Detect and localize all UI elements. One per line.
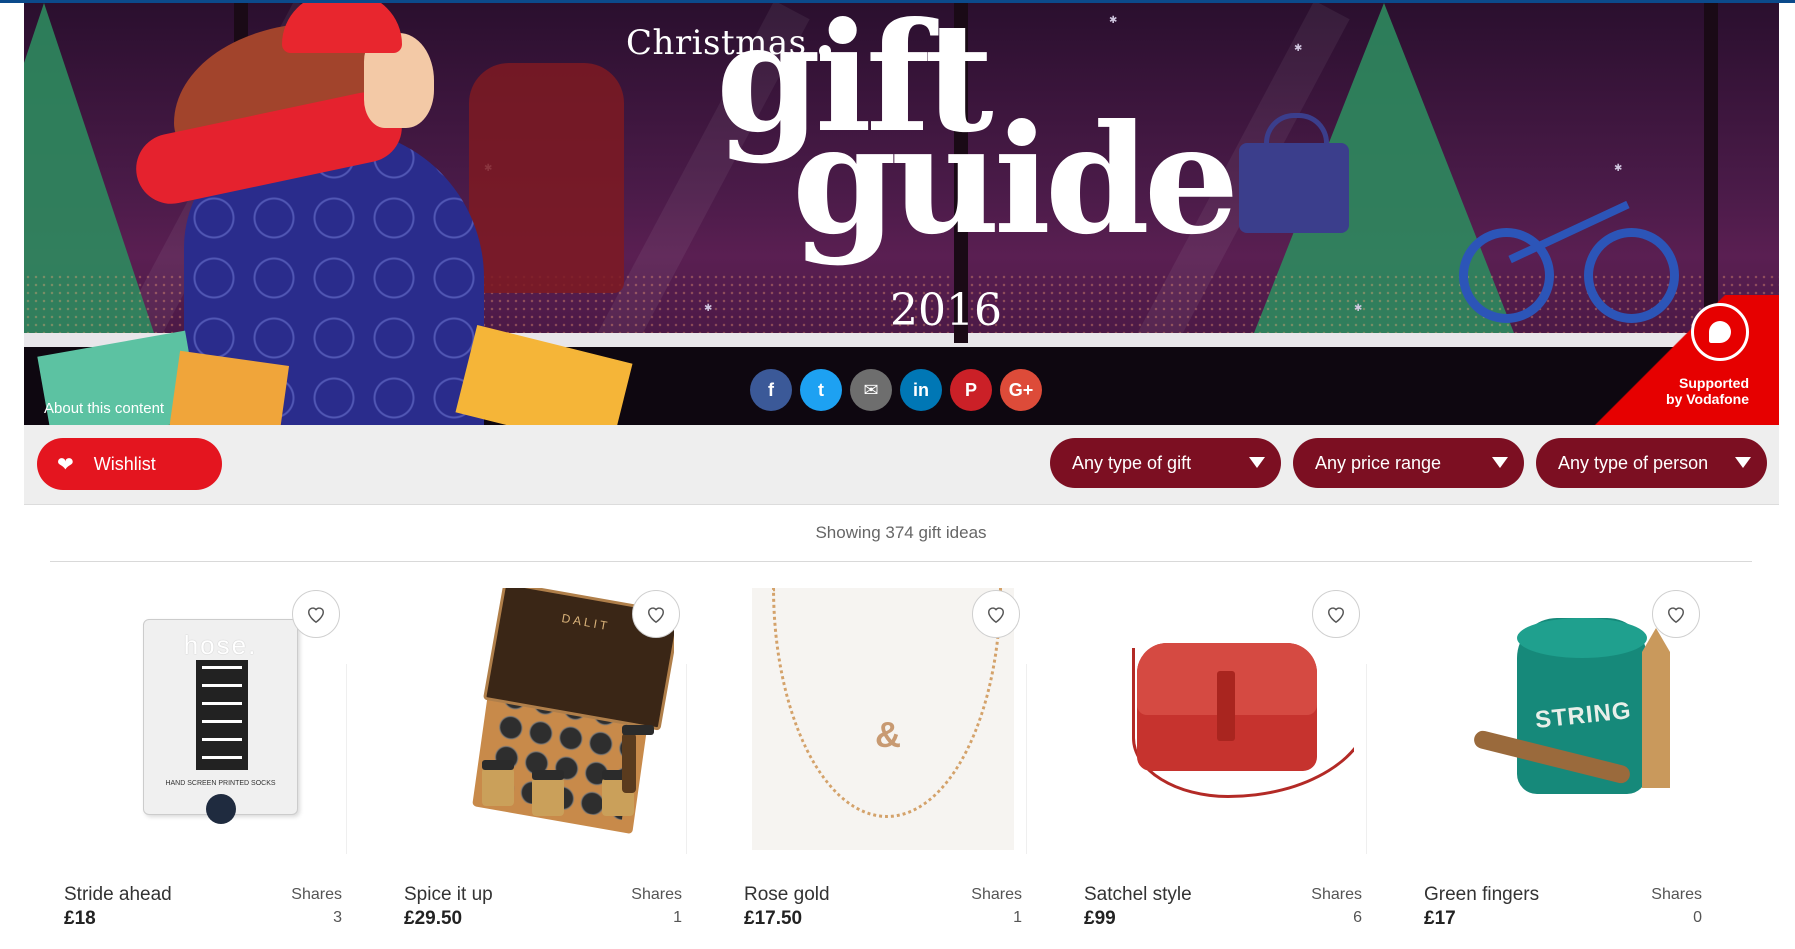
- shares-count: 1: [673, 909, 682, 926]
- about-this-content-link[interactable]: About this content: [44, 400, 164, 417]
- product-price: £29.50: [404, 908, 463, 929]
- heart-outline-icon: [647, 607, 665, 624]
- socks-box-image: hose. HAND SCREEN PRINTED SOCKS: [143, 619, 298, 824]
- heart-outline-icon: [1667, 607, 1685, 624]
- product-image[interactable]: DALIT: [412, 588, 674, 850]
- product-card[interactable]: & Rose gold £17.50 Shares 1: [730, 584, 1027, 949]
- wishlist-label: Wishlist: [93, 453, 156, 474]
- ampersand-pendant: &: [875, 714, 901, 755]
- shares-label: Shares: [631, 886, 682, 903]
- facebook-icon[interactable]: f: [750, 369, 792, 411]
- google-plus-icon[interactable]: G+: [1000, 369, 1042, 411]
- vodafone-logo-icon[interactable]: [1691, 303, 1749, 361]
- divider: [50, 561, 1752, 562]
- product-price: £17.50: [744, 908, 803, 929]
- heart-outline-icon: [1327, 607, 1345, 624]
- handbag-illustration: [1239, 113, 1349, 233]
- heart-outline-icon: [307, 607, 325, 624]
- product-image[interactable]: [1092, 588, 1354, 850]
- product-price: £18: [64, 908, 96, 929]
- email-icon[interactable]: ✉: [850, 369, 892, 411]
- shares-label: Shares: [291, 886, 342, 903]
- product-card[interactable]: hose. HAND SCREEN PRINTED SOCKS Stride a…: [50, 584, 347, 949]
- hat-illustration: [282, 3, 402, 53]
- product-price: £99: [1084, 908, 1116, 929]
- add-to-wishlist-button[interactable]: [972, 590, 1020, 638]
- product-image[interactable]: &: [752, 588, 1014, 850]
- twitter-icon[interactable]: t: [800, 369, 842, 411]
- gift-guide-banner: ✱ ✱ ✱ ✱ ✱ ✱ ✱ Christmas gift guide 2016 …: [24, 3, 1779, 425]
- add-to-wishlist-button[interactable]: [1652, 590, 1700, 638]
- shares-count: 1: [1013, 909, 1022, 926]
- person-type-filter[interactable]: Any type of person: [1536, 438, 1767, 488]
- satchel-image: [1137, 643, 1317, 771]
- add-to-wishlist-button[interactable]: [292, 590, 340, 638]
- chevron-down-icon: [1735, 457, 1751, 468]
- banner-title-guide: guide: [792, 92, 1239, 268]
- chevron-down-icon: [1249, 457, 1265, 468]
- shares-count: 0: [1693, 909, 1702, 926]
- product-card[interactable]: Satchel style £99 Shares 6: [1070, 584, 1367, 949]
- wooden-stake: [1642, 628, 1670, 788]
- sweater-illustration: [469, 63, 624, 293]
- sponsor-text: Supported by Vodafone: [1666, 375, 1749, 407]
- linkedin-icon[interactable]: in: [900, 369, 942, 411]
- necklace-image: [772, 588, 1002, 818]
- results-count: Showing 374 gift ideas: [815, 523, 987, 542]
- product-name[interactable]: Satchel style: [1084, 884, 1192, 906]
- heart-outline-icon: [987, 607, 1005, 624]
- shares-label: Shares: [1651, 886, 1702, 903]
- pinterest-icon[interactable]: P: [950, 369, 992, 411]
- banner-title-year: 2016: [890, 285, 1002, 336]
- product-card[interactable]: STRING Green fingers £17 Shares 0: [1410, 584, 1706, 949]
- shares-label: Shares: [1311, 886, 1362, 903]
- shares-label: Shares: [971, 886, 1022, 903]
- product-image[interactable]: STRING: [1432, 588, 1694, 850]
- filter-bar: ❤ Wishlist Any type of gift Any price ra…: [24, 425, 1779, 505]
- add-to-wishlist-button[interactable]: [1312, 590, 1360, 638]
- product-name[interactable]: Green fingers: [1424, 884, 1539, 906]
- gift-type-filter[interactable]: Any type of gift: [1050, 438, 1281, 488]
- product-price: £17: [1424, 908, 1456, 929]
- price-range-filter[interactable]: Any price range: [1293, 438, 1524, 488]
- add-to-wishlist-button[interactable]: [632, 590, 680, 638]
- share-buttons: f t ✉ in P G+: [750, 369, 1042, 411]
- product-name[interactable]: Stride ahead: [64, 884, 172, 906]
- heart-icon: ❤: [57, 453, 74, 476]
- window-frame: [1704, 3, 1718, 343]
- shares-count: 3: [333, 909, 342, 926]
- shares-count: 6: [1353, 909, 1362, 926]
- product-image[interactable]: hose. HAND SCREEN PRINTED SOCKS: [72, 588, 334, 850]
- chevron-down-icon: [1492, 457, 1508, 468]
- wishlist-button[interactable]: ❤ Wishlist: [37, 438, 222, 490]
- product-card[interactable]: DALIT Spice it up £29.50 Shares 1: [390, 584, 687, 949]
- product-name[interactable]: Spice it up: [404, 884, 493, 906]
- product-name[interactable]: Rose gold: [744, 884, 830, 906]
